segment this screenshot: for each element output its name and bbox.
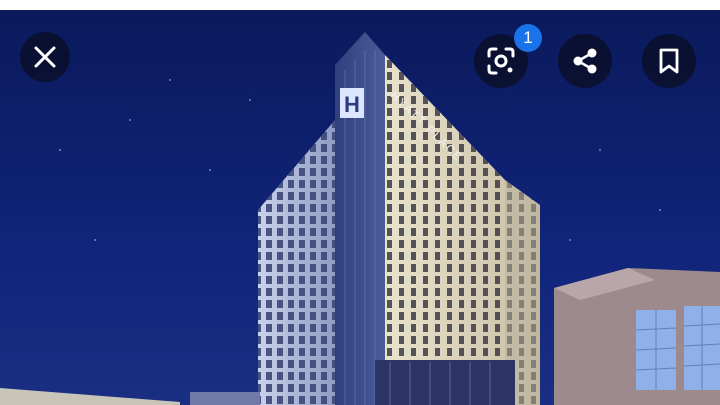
sign-logo-letter: H: [344, 92, 360, 117]
share-icon: [573, 48, 597, 74]
image-viewer: H HYATT PLACE 1: [0, 0, 720, 405]
lens-badge: 1: [514, 24, 542, 52]
bookmark-icon: [659, 48, 679, 74]
top-strip: [0, 0, 720, 10]
save-button[interactable]: [642, 34, 696, 88]
hotel-photo: H HYATT PLACE: [0, 10, 720, 405]
google-lens-icon: [487, 47, 515, 75]
share-button[interactable]: [558, 34, 612, 88]
close-icon: [34, 46, 56, 68]
close-button[interactable]: [20, 32, 70, 82]
